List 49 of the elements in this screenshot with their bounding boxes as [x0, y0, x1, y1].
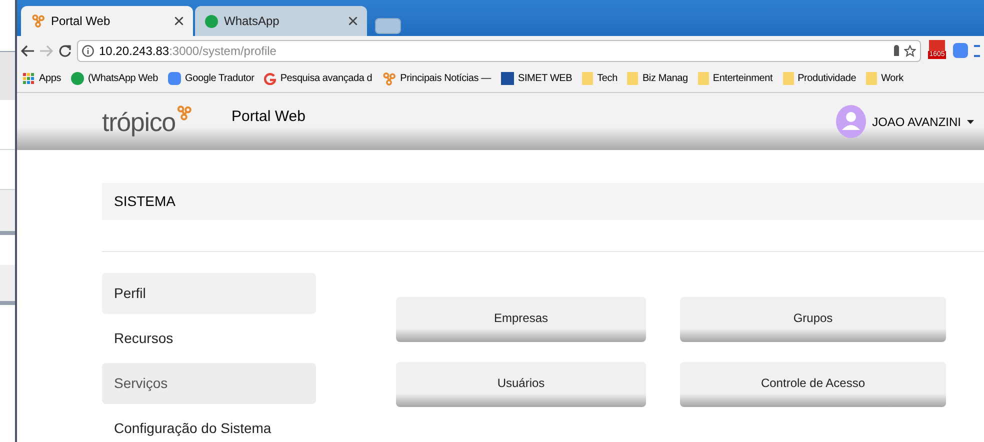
app-title: Portal Web: [232, 107, 306, 128]
avatar-icon: [836, 105, 866, 138]
info-icon: [82, 44, 94, 56]
close-icon[interactable]: [349, 17, 357, 25]
logo-icon: [176, 104, 192, 120]
google-icon: [264, 72, 276, 84]
section-header: SISTEMA: [102, 183, 984, 220]
logo: trópico: [102, 108, 176, 134]
back-icon[interactable]: [21, 44, 34, 56]
star-icon[interactable]: [904, 44, 916, 56]
tab-title: WhatsApp: [224, 13, 280, 30]
folder-icon: [627, 72, 638, 85]
bookmark[interactable]: (WhatsApp Web: [71, 71, 158, 86]
address-field[interactable]: 10.20.243.83:3000/system/profile: [77, 40, 921, 62]
bookmark[interactable]: Tech: [582, 71, 618, 86]
folder-icon: [582, 72, 594, 85]
browser-tab[interactable]: Portal Web: [21, 6, 193, 36]
menu-item[interactable]: Serviços: [102, 363, 316, 404]
bookmark[interactable]: Google Tradutor: [168, 71, 254, 86]
user-menu[interactable]: JOAO AVANZINI: [836, 105, 974, 138]
caret-icon: [967, 120, 974, 124]
bookmark[interactable]: Apps: [23, 71, 61, 86]
folder-icon: [698, 72, 709, 85]
menu-item[interactable]: Configuração do Sistema: [102, 408, 316, 442]
bookmark[interactable]: Work: [866, 71, 904, 86]
bookmark[interactable]: Biz Manag: [627, 71, 688, 86]
action-button[interactable]: Controle de Acesso: [680, 362, 946, 407]
knot-icon: [382, 72, 396, 86]
reload-icon[interactable]: [59, 44, 71, 56]
browser-tab[interactable]: WhatsApp: [195, 6, 367, 36]
url-text: 10.20.243.83:3000/system/profile: [99, 42, 278, 60]
bookmark[interactable]: Principais Notícias —: [382, 71, 491, 86]
apps-grid-icon: [23, 72, 35, 84]
menu-item[interactable]: Perfil: [102, 273, 316, 314]
new-tab-button[interactable]: [375, 18, 401, 34]
action-button[interactable]: Usuários: [396, 362, 646, 407]
bookmark[interactable]: Produtividade: [782, 71, 856, 86]
tab-title: Portal Web: [51, 13, 112, 30]
bookmark[interactable]: SIMET WEB: [500, 71, 572, 86]
folder-icon: [782, 72, 794, 85]
menu-icon[interactable]: [974, 44, 980, 56]
close-icon[interactable]: [175, 17, 183, 25]
bookmark[interactable]: Enterteinment: [698, 71, 773, 86]
action-button[interactable]: Empresas: [396, 297, 646, 342]
knot-icon: [31, 14, 45, 28]
bookmark[interactable]: Pesquisa avançada d: [264, 71, 372, 86]
action-button[interactable]: Grupos: [680, 297, 946, 342]
menu-item[interactable]: Recursos: [102, 318, 316, 359]
folder-icon: [866, 72, 878, 85]
